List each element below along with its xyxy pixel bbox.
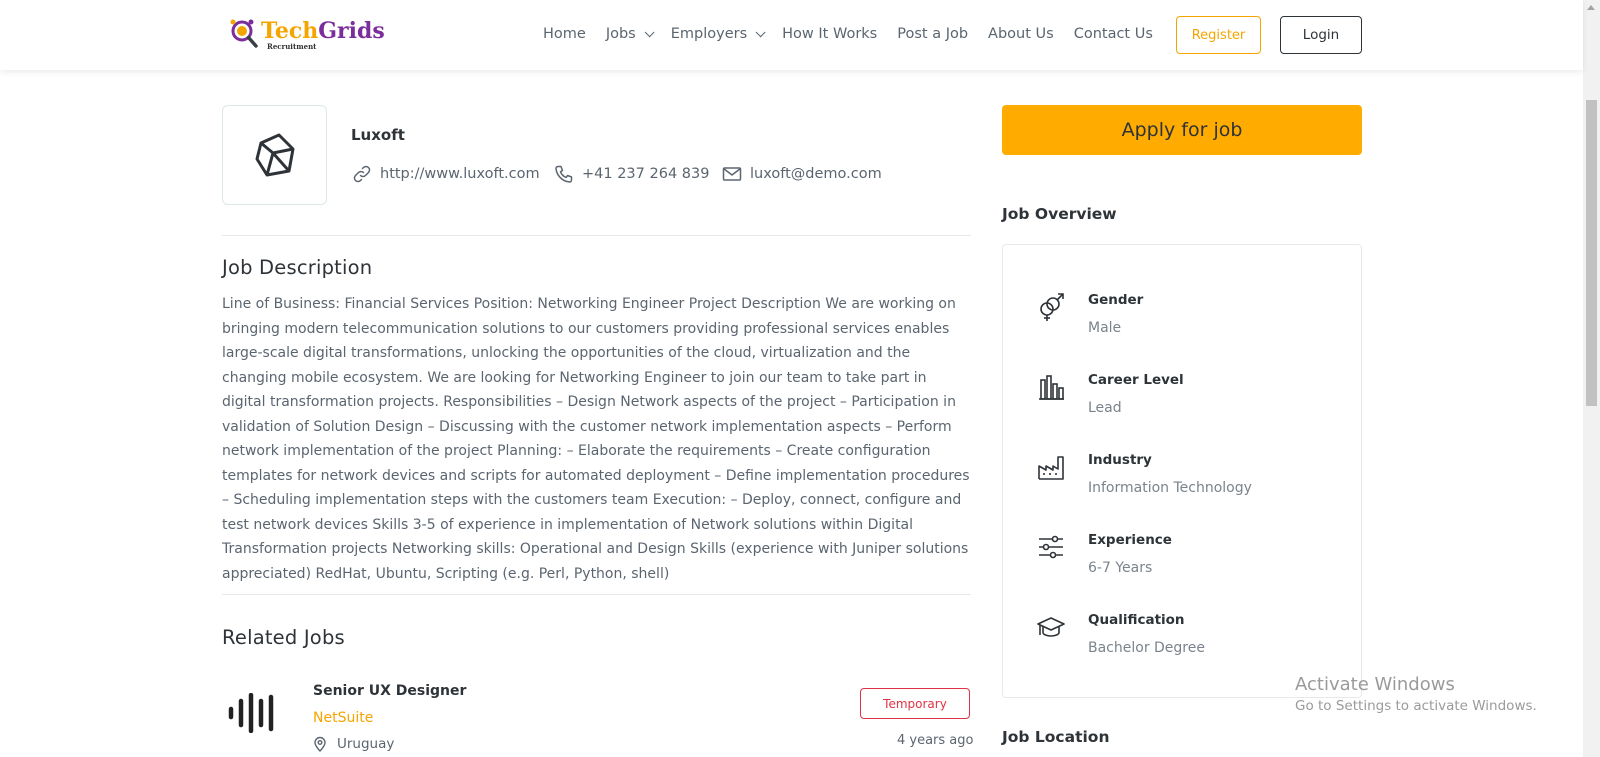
divider: [222, 594, 971, 595]
overview-value: Lead: [1088, 400, 1122, 416]
company-email-address[interactable]: luxoft@demo.com: [750, 166, 882, 182]
overview-industry: Industry Information Technology: [1036, 452, 1336, 512]
related-job-title[interactable]: Senior UX Designer: [313, 683, 466, 699]
main-nav: Home Jobs Employers How It Works Post a …: [543, 24, 1173, 44]
company-phone-number[interactable]: +41 237 264 839: [582, 166, 709, 182]
company-logo: [222, 105, 327, 205]
related-job-posted: 4 years ago: [897, 733, 974, 748]
map-pin-icon: [314, 736, 326, 752]
nav-home[interactable]: Home: [543, 24, 586, 44]
apply-for-job-button[interactable]: Apply for job: [1002, 105, 1362, 155]
job-type-badge: Temporary: [860, 688, 970, 719]
overview-label: Industry: [1088, 452, 1152, 468]
company-phone[interactable]: +41 237 264 839: [554, 164, 709, 184]
nav-jobs[interactable]: Jobs: [606, 24, 655, 44]
overview-experience: Experience 6-7 Years: [1036, 532, 1336, 592]
sliders-icon: [1036, 532, 1066, 562]
nav-how-it-works[interactable]: How It Works: [782, 24, 877, 44]
overview-value: Bachelor Degree: [1088, 640, 1205, 656]
overview-label: Experience: [1088, 532, 1172, 548]
netsuite-logo-icon: [228, 692, 280, 734]
chevron-down-icon: [755, 26, 766, 37]
gender-icon: [1036, 292, 1066, 322]
watermark-title: Activate Windows: [1295, 674, 1455, 695]
overview-value: 6-7 Years: [1088, 560, 1153, 576]
chevron-down-icon: [644, 26, 655, 37]
overview-label: Gender: [1088, 292, 1144, 308]
site-logo[interactable]: TechGrids Recruitment: [229, 17, 385, 53]
related-jobs-title: Related Jobs: [222, 626, 345, 649]
company-website-link[interactable]: http://www.luxoft.com: [352, 164, 540, 184]
company-website[interactable]: http://www.luxoft.com: [380, 166, 540, 182]
overview-gender: Gender Male: [1036, 292, 1336, 352]
job-description-title: Job Description: [222, 256, 373, 279]
page-scrollbar[interactable]: [1583, 0, 1600, 757]
related-job-company[interactable]: NetSuite: [313, 710, 373, 726]
scrollbar-thumb[interactable]: [1586, 100, 1597, 406]
overview-label: Career Level: [1088, 372, 1184, 388]
overview-career-level: Career Level Lead: [1036, 372, 1336, 432]
overview-value: Information Technology: [1088, 480, 1252, 496]
login-button[interactable]: Login: [1280, 16, 1362, 54]
polyhedron-icon: [255, 133, 294, 177]
overview-qualification: Qualification Bachelor Degree: [1036, 612, 1336, 672]
overview-label: Qualification: [1088, 612, 1185, 628]
related-job-location: Uruguay: [313, 736, 394, 752]
register-button[interactable]: Register: [1176, 16, 1261, 54]
factory-icon: [1036, 452, 1066, 482]
phone-icon: [555, 165, 573, 183]
site-header: TechGrids Recruitment Home Jobs Employer…: [0, 0, 1583, 70]
nav-contact-us[interactable]: Contact Us: [1074, 24, 1153, 44]
nav-employers[interactable]: Employers: [671, 24, 766, 44]
job-overview-title: Job Overview: [1002, 205, 1117, 223]
logo-tagline: Recruitment: [267, 42, 317, 51]
envelope-icon: [722, 167, 742, 181]
bar-chart-icon: [1036, 372, 1066, 402]
logo-wordmark: TechGrids: [261, 18, 385, 44]
overview-value: Male: [1088, 320, 1122, 336]
logo-magnifier-icon: [229, 17, 259, 49]
link-icon: [353, 165, 371, 183]
nav-post-a-job[interactable]: Post a Job: [897, 24, 968, 44]
job-location-title: Job Location: [1002, 728, 1110, 746]
company-name: Luxoft: [351, 126, 405, 144]
watermark-subtitle: Go to Settings to activate Windows.: [1295, 698, 1537, 714]
activate-windows-watermark: Activate Windows Go to Settings to activ…: [1295, 674, 1537, 714]
job-description-text: Line of Business: Financial Services Pos…: [222, 296, 970, 582]
company-email[interactable]: luxoft@demo.com: [722, 164, 882, 184]
related-job-location-text: Uruguay: [337, 736, 395, 752]
divider: [222, 235, 971, 236]
scroll-up-arrow-icon[interactable]: [1587, 5, 1595, 10]
graduation-cap-icon: [1036, 612, 1066, 642]
nav-about-us[interactable]: About Us: [988, 24, 1054, 44]
